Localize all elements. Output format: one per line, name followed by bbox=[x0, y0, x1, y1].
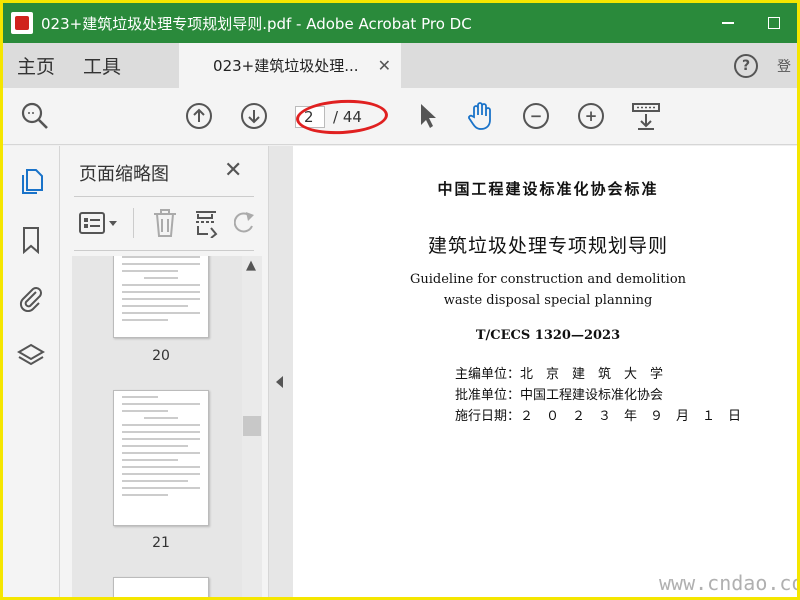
standard-code: T/CECS 1320—2023 bbox=[475, 328, 621, 343]
extract-page-button[interactable] bbox=[194, 208, 220, 242]
magnifier-icon bbox=[21, 102, 48, 129]
tab-bar: 主页 工具 023+建筑垃圾处理... ✕ ? 登 bbox=[3, 43, 797, 88]
panel-title: 页面缩略图 bbox=[79, 164, 169, 185]
standard-org-title: 中国工程建设标准化协会标准 bbox=[437, 180, 659, 198]
help-button[interactable]: ? bbox=[715, 43, 777, 88]
plus-circle-icon: + bbox=[578, 103, 604, 129]
english-title-line-2: waste disposal special planning bbox=[443, 293, 653, 308]
acrobat-app-icon bbox=[11, 12, 33, 34]
previous-page-button[interactable] bbox=[184, 101, 214, 131]
bookmarks-button[interactable] bbox=[17, 226, 45, 254]
zoom-out-button[interactable]: − bbox=[521, 101, 551, 131]
close-panel-icon[interactable]: ✕ bbox=[224, 158, 242, 183]
thumbnail-options-button[interactable] bbox=[78, 210, 118, 240]
trash-icon bbox=[154, 209, 176, 237]
zoom-in-button[interactable]: + bbox=[576, 101, 606, 131]
minus-circle-icon: − bbox=[523, 103, 549, 129]
top-nav: 主页 工具 bbox=[3, 43, 135, 88]
cursor-arrow-icon bbox=[421, 104, 436, 128]
effective-date: 施行日期：２ ０ ２ ３ 年 ９ 月 １ 日 bbox=[455, 409, 742, 424]
main-toolbar: / 44 − + bbox=[3, 88, 797, 145]
collapse-panel-icon[interactable] bbox=[276, 376, 283, 388]
scrollbar-thumb[interactable] bbox=[243, 416, 261, 436]
page-thumbnails-panel: 页面缩略图 ✕ 20 21 ▲ bbox=[60, 146, 269, 597]
thumbnail-label-21: 21 bbox=[152, 535, 170, 551]
minimize-icon bbox=[722, 22, 734, 24]
tab-document[interactable]: 023+建筑垃圾处理... ✕ bbox=[179, 43, 402, 88]
pages-icon bbox=[22, 169, 43, 194]
document-view: 中国工程建设标准化协会标准 建筑垃圾处理专项规划导则 Guideline for… bbox=[269, 146, 800, 597]
page-display-button[interactable] bbox=[631, 101, 661, 131]
document-tab-label: 023+建筑垃圾处理... bbox=[213, 57, 359, 75]
app-window: 023+建筑垃圾处理专项规划导则.pdf - Adobe Acrobat Pro… bbox=[0, 0, 800, 600]
thumbnail-page-21[interactable] bbox=[113, 390, 209, 526]
maximize-icon bbox=[768, 17, 780, 29]
maximize-button[interactable] bbox=[751, 3, 797, 43]
panel-divider-top bbox=[74, 196, 254, 197]
help-icon: ? bbox=[734, 53, 758, 78]
sign-in-label[interactable]: 登 bbox=[777, 43, 797, 88]
tab-tools[interactable]: 工具 bbox=[69, 52, 135, 79]
site-watermark: www.cndao.com bbox=[659, 571, 800, 595]
rotate-icon bbox=[233, 212, 254, 233]
arrow-down-circle-icon bbox=[241, 103, 267, 129]
layers-icon bbox=[17, 343, 45, 366]
pdf-page: 中国工程建设标准化协会标准 建筑垃圾处理专项规划导则 Guideline for… bbox=[293, 146, 797, 597]
document-title: 建筑垃圾处理专项规划导则 bbox=[427, 235, 668, 257]
zoom-search-button[interactable] bbox=[20, 101, 50, 131]
rotate-page-button[interactable] bbox=[233, 210, 256, 240]
paperclip-icon bbox=[19, 287, 42, 312]
close-tab-icon[interactable]: ✕ bbox=[378, 56, 391, 75]
thumbnail-page-20[interactable] bbox=[113, 256, 209, 338]
minimize-button[interactable] bbox=[705, 3, 751, 43]
title-bar: 023+建筑垃圾处理专项规划导则.pdf - Adobe Acrobat Pro… bbox=[3, 3, 797, 43]
window-title: 023+建筑垃圾处理专项规划导则.pdf - Adobe Acrobat Pro… bbox=[41, 14, 472, 33]
extract-pages-icon bbox=[196, 211, 218, 239]
hand-icon bbox=[468, 102, 491, 130]
thumbnail-page-22[interactable] bbox=[113, 577, 209, 597]
thumbnail-label-20: 20 bbox=[152, 348, 170, 364]
page-thumbnails-button[interactable] bbox=[17, 168, 45, 196]
scroll-mode-icon bbox=[632, 103, 660, 130]
thumbnail-list: 20 21 bbox=[72, 256, 242, 597]
panel-divider-bottom bbox=[74, 250, 254, 251]
next-page-button[interactable] bbox=[239, 101, 269, 131]
thumbnail-scrollbar[interactable]: ▲ bbox=[242, 256, 262, 597]
hand-tool-button[interactable] bbox=[466, 101, 496, 131]
scroll-up-icon[interactable]: ▲ bbox=[246, 258, 256, 273]
options-menu-icon bbox=[79, 212, 117, 234]
left-navigation-rail bbox=[3, 146, 60, 597]
thumbnail-toolbar bbox=[78, 208, 258, 240]
bookmark-icon bbox=[23, 227, 39, 254]
select-tool-button[interactable] bbox=[413, 101, 443, 131]
toolbar-separator bbox=[133, 208, 134, 238]
approver-unit: 批准单位：中国工程建设标准化协会 bbox=[455, 388, 664, 403]
arrow-up-circle-icon bbox=[186, 103, 212, 129]
delete-page-button[interactable] bbox=[152, 208, 178, 242]
attachments-button[interactable] bbox=[17, 284, 45, 312]
tab-home[interactable]: 主页 bbox=[3, 52, 69, 79]
layers-button[interactable] bbox=[17, 342, 45, 370]
window-controls bbox=[705, 3, 797, 43]
english-title-line-1: Guideline for construction and demolitio… bbox=[409, 272, 687, 287]
editor-unit: 主编单位：北 京 建 筑 大 学 bbox=[455, 367, 664, 382]
